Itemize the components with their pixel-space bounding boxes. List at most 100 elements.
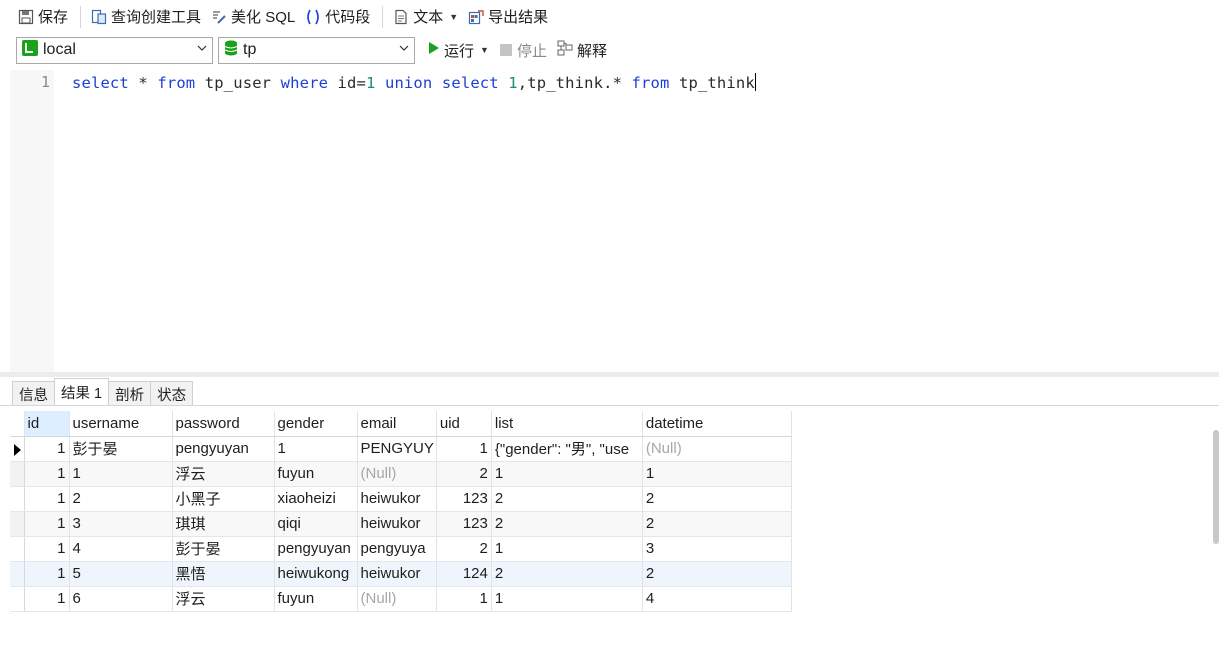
tab-profile[interactable]: 剖析 bbox=[108, 381, 152, 406]
cell-datetime[interactable]: 2 bbox=[642, 511, 792, 537]
cell-username[interactable]: 彭于晏 bbox=[69, 436, 173, 462]
connection-value: local bbox=[43, 41, 76, 58]
cell-list[interactable]: 2 bbox=[491, 561, 643, 587]
column-header-password[interactable]: password bbox=[172, 411, 275, 437]
cell-gender[interactable]: fuyun bbox=[274, 461, 358, 487]
cell-uid[interactable]: 123 bbox=[436, 486, 492, 512]
run-button[interactable]: 运行 ▼ bbox=[425, 37, 492, 63]
cell-username[interactable]: 5 bbox=[69, 561, 173, 587]
cell-gender[interactable]: qiqi bbox=[274, 511, 358, 537]
connection-select[interactable]: local bbox=[16, 36, 213, 64]
tab-result-1[interactable]: 结果 1 bbox=[54, 378, 110, 406]
row-header[interactable] bbox=[10, 511, 25, 537]
cell-list[interactable]: 2 bbox=[491, 511, 643, 537]
cell-uid[interactable]: 2 bbox=[436, 536, 492, 562]
cell-list[interactable]: 1 bbox=[491, 586, 643, 612]
cell-uid[interactable]: 124 bbox=[436, 561, 492, 587]
code-snippet-button[interactable]: 代码段 bbox=[301, 4, 374, 30]
cell-list[interactable]: 1 bbox=[491, 461, 643, 487]
cell-email[interactable]: (Null) bbox=[357, 461, 437, 487]
cell-datetime[interactable]: 4 bbox=[642, 586, 792, 612]
cell-email[interactable]: (Null) bbox=[357, 586, 437, 612]
cell-password[interactable]: 琪琪 bbox=[172, 511, 275, 537]
table-row[interactable]: 1 1 浮云 fuyun (Null) 2 1 1 bbox=[10, 461, 792, 487]
sql-editor[interactable]: 1 select * from tp_user where id= 1 union… bbox=[10, 70, 1219, 372]
cell-uid[interactable]: 1 bbox=[436, 436, 492, 462]
cell-password[interactable]: 小黑子 bbox=[172, 486, 275, 512]
database-select[interactable]: tp bbox=[218, 36, 415, 64]
cell-datetime[interactable]: (Null) bbox=[642, 436, 792, 462]
cell-username[interactable]: 6 bbox=[69, 586, 173, 612]
export-results-button[interactable]: 导出结果 bbox=[464, 4, 552, 30]
table-row[interactable]: 1 彭于晏 pengyuyan 1 PENGYUY 1 {"gender": "男", "u… bbox=[10, 436, 792, 462]
cell-username[interactable]: 4 bbox=[69, 536, 173, 562]
cell-id[interactable]: 1 bbox=[24, 586, 70, 612]
cell-uid[interactable]: 2 bbox=[436, 461, 492, 487]
cell-gender[interactable]: xiaoheizi bbox=[274, 486, 358, 512]
column-header-list[interactable]: list bbox=[491, 411, 643, 437]
cell-password[interactable]: 浮云 bbox=[172, 586, 275, 612]
row-header[interactable] bbox=[10, 436, 25, 462]
table-row[interactable]: 1 5 黑悟 heiwukong heiwukor 124 2 2 bbox=[10, 561, 792, 587]
cell-email[interactable]: pengyuya bbox=[357, 536, 437, 562]
cell-list[interactable]: 1 bbox=[491, 536, 643, 562]
grid-corner bbox=[10, 411, 25, 437]
cell-uid[interactable]: 1 bbox=[436, 586, 492, 612]
table-row[interactable]: 1 4 彭于晏 pengyuyan pengyuya 2 1 3 bbox=[10, 536, 792, 562]
cell-datetime[interactable]: 1 bbox=[642, 461, 792, 487]
cell-username[interactable]: 3 bbox=[69, 511, 173, 537]
cell-email[interactable]: PENGYUY bbox=[357, 436, 437, 462]
cell-datetime[interactable]: 3 bbox=[642, 536, 792, 562]
query-builder-button[interactable]: 查询创建工具 bbox=[87, 4, 205, 30]
sql-code-line[interactable]: select * from tp_user where id= 1 union s… bbox=[72, 73, 756, 92]
table-row[interactable]: 1 6 浮云 fuyun (Null) 1 1 4 bbox=[10, 586, 792, 612]
cell-email[interactable]: heiwukor bbox=[357, 561, 437, 587]
row-header[interactable] bbox=[10, 586, 25, 612]
row-header[interactable] bbox=[10, 536, 25, 562]
cell-username[interactable]: 1 bbox=[69, 461, 173, 487]
cell-id[interactable]: 1 bbox=[24, 511, 70, 537]
cell-list[interactable]: {"gender": "男", "use bbox=[491, 436, 643, 462]
beautify-sql-button[interactable]: 美化 SQL bbox=[207, 4, 299, 30]
row-header[interactable] bbox=[10, 486, 25, 512]
cell-gender[interactable]: 1 bbox=[274, 436, 358, 462]
cell-password[interactable]: 彭于晏 bbox=[172, 536, 275, 562]
cell-id[interactable]: 1 bbox=[24, 561, 70, 587]
tab-status[interactable]: 状态 bbox=[150, 381, 194, 406]
column-header-id[interactable]: id bbox=[24, 411, 70, 437]
column-header-uid[interactable]: uid bbox=[436, 411, 492, 437]
cell-datetime[interactable]: 2 bbox=[642, 486, 792, 512]
cell-password[interactable]: pengyuyan bbox=[172, 436, 275, 462]
explain-button[interactable]: 解释 bbox=[557, 40, 607, 61]
cell-username[interactable]: 2 bbox=[69, 486, 173, 512]
cell-password[interactable]: 黑悟 bbox=[172, 561, 275, 587]
vertical-scrollbar[interactable] bbox=[1213, 430, 1219, 544]
cell-id[interactable]: 1 bbox=[24, 486, 70, 512]
stop-button[interactable]: 停止 bbox=[499, 40, 547, 61]
sql-number: 1 bbox=[508, 74, 518, 92]
row-header[interactable] bbox=[10, 461, 25, 487]
cell-password[interactable]: 浮云 bbox=[172, 461, 275, 487]
cell-gender[interactable]: fuyun bbox=[274, 586, 358, 612]
column-header-datetime[interactable]: datetime bbox=[642, 411, 792, 437]
column-header-username[interactable]: username bbox=[69, 411, 173, 437]
cell-gender[interactable]: heiwukong bbox=[274, 561, 358, 587]
pane-splitter[interactable] bbox=[0, 372, 1219, 377]
cell-id[interactable]: 1 bbox=[24, 461, 70, 487]
table-row[interactable]: 1 2 小黑子 xiaoheizi heiwukor 123 2 2 bbox=[10, 486, 792, 512]
cell-email[interactable]: heiwukor bbox=[357, 511, 437, 537]
tab-info[interactable]: 信息 bbox=[12, 381, 55, 406]
cell-list[interactable]: 2 bbox=[491, 486, 643, 512]
cell-id[interactable]: 1 bbox=[24, 536, 70, 562]
text-button[interactable]: 文本 ▼ bbox=[389, 4, 462, 30]
cell-id[interactable]: 1 bbox=[24, 436, 70, 462]
cell-uid[interactable]: 123 bbox=[436, 511, 492, 537]
save-button[interactable]: 保存 bbox=[14, 4, 72, 30]
cell-gender[interactable]: pengyuyan bbox=[274, 536, 358, 562]
column-header-email[interactable]: email bbox=[357, 411, 437, 437]
column-header-gender[interactable]: gender bbox=[274, 411, 358, 437]
cell-datetime[interactable]: 2 bbox=[642, 561, 792, 587]
cell-email[interactable]: heiwukor bbox=[357, 486, 437, 512]
row-header[interactable] bbox=[10, 561, 25, 587]
table-row[interactable]: 1 3 琪琪 qiqi heiwukor 123 2 2 bbox=[10, 511, 792, 537]
